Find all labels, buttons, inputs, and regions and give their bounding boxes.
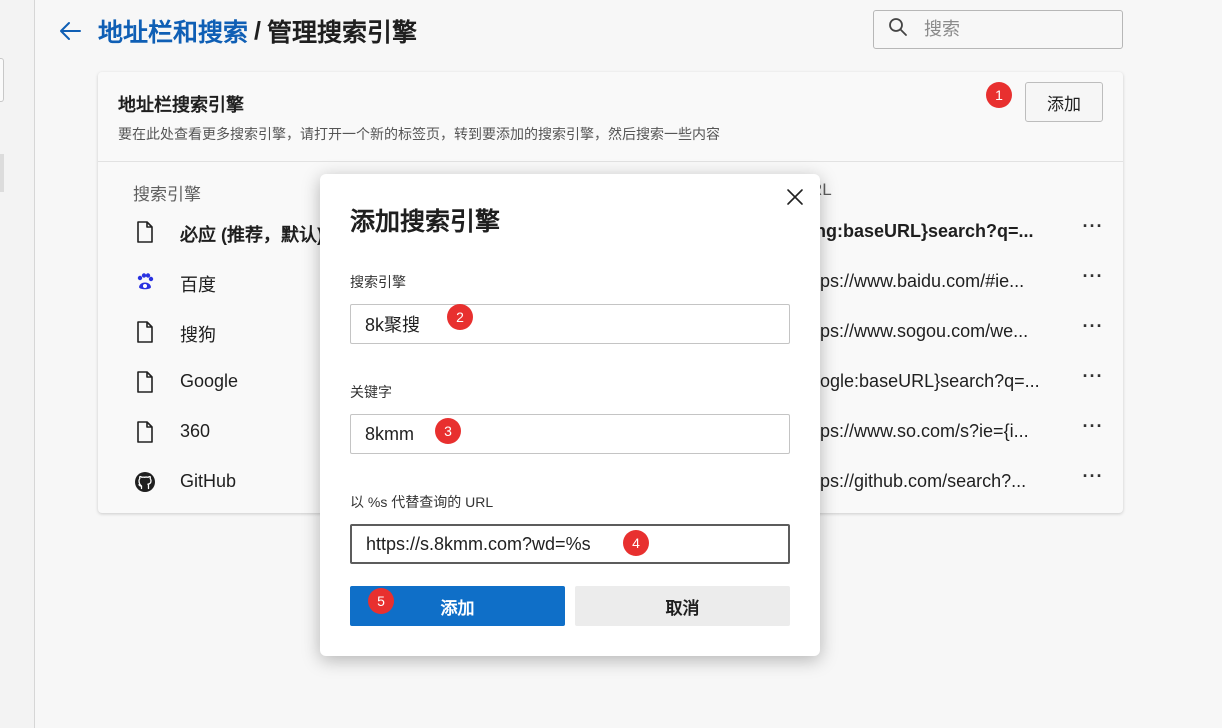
add-engine-dialog: 添加搜索引擎 搜索引擎 关键字 以 %s 代替查询的 URL 添加 取消 — [320, 174, 820, 656]
add-engine-button[interactable]: 添加 — [1025, 82, 1103, 122]
settings-search[interactable] — [873, 10, 1123, 49]
breadcrumb: 地址栏和搜索 / 管理搜索引擎 — [58, 12, 417, 50]
keyword-label: 关键字 — [350, 384, 392, 400]
step-badge: 5 — [368, 588, 394, 614]
engine-name: GitHub — [180, 471, 237, 491]
rail-handle[interactable] — [0, 58, 4, 102]
column-header-engine: 搜索引擎 — [133, 185, 201, 204]
engine-name-label: 搜索引擎 — [350, 274, 406, 290]
step-badge: 1 — [986, 82, 1012, 108]
engine-name: 360 — [180, 421, 211, 441]
more-options-button[interactable]: ··· — [1080, 366, 1106, 390]
step-badge: 4 — [623, 530, 649, 556]
search-input[interactable] — [924, 19, 1104, 40]
more-options-button[interactable]: ··· — [1080, 216, 1106, 240]
card-title: 地址栏搜索引擎 — [118, 95, 244, 115]
engine-name: 百度 — [180, 275, 216, 295]
page-icon — [134, 321, 156, 343]
engine-url: ttps://github.com/search?... — [810, 471, 1027, 491]
engine-url: oogle:baseURL}search?q=... — [810, 371, 1040, 391]
engine-url: ttps://www.baidu.com/#ie... — [810, 271, 1025, 291]
baidu-paw-icon — [134, 271, 156, 293]
engine-name-field-wrapper — [350, 304, 790, 344]
rail-marker — [0, 154, 4, 192]
more-options-button[interactable]: ··· — [1080, 316, 1106, 340]
page-icon — [134, 371, 156, 393]
card-description: 要在此处查看更多搜索引擎，请打开一个新的标签页，转到要添加的搜索引擎，然后搜索一… — [118, 126, 720, 142]
page-icon — [134, 421, 156, 443]
keyword-field-wrapper — [350, 414, 790, 454]
page-title: 管理搜索引擎 — [266, 19, 417, 47]
engine-name: Google — [180, 371, 239, 391]
step-badge: 2 — [447, 304, 473, 330]
more-options-button[interactable]: ··· — [1080, 466, 1106, 490]
cancel-button[interactable]: 取消 — [575, 586, 790, 626]
more-options-button[interactable]: ··· — [1080, 266, 1106, 290]
url-label: 以 %s 代替查询的 URL — [350, 494, 494, 510]
url-field[interactable] — [352, 526, 788, 562]
left-rail — [0, 0, 35, 728]
page-icon — [134, 221, 156, 243]
search-icon — [888, 17, 908, 42]
github-icon — [134, 471, 156, 493]
close-icon[interactable] — [782, 184, 808, 210]
card-header: 地址栏搜索引擎 要在此处查看更多搜索引擎，请打开一个新的标签页，转到要添加的搜索… — [98, 72, 1123, 162]
more-options-button[interactable]: ··· — [1080, 416, 1106, 440]
breadcrumb-link-address-bar[interactable]: 地址栏和搜索 — [98, 13, 248, 49]
url-field-wrapper — [350, 524, 790, 564]
dialog-title: 添加搜索引擎 — [350, 208, 501, 236]
engine-url: ing:baseURL}search?q=... — [810, 221, 1034, 241]
back-arrow-icon[interactable] — [58, 19, 82, 43]
engine-name: 搜狗 — [180, 325, 216, 345]
breadcrumb-separator: / — [254, 16, 261, 45]
keyword-field[interactable] — [351, 415, 789, 453]
engine-name: 必应 (推荐，默认) — [180, 225, 323, 245]
step-badge: 3 — [435, 418, 461, 444]
engine-url: ttps://www.sogou.com/we... — [810, 321, 1029, 341]
engine-url: ttps://www.so.com/s?ie={i... — [810, 421, 1029, 441]
engine-name-field[interactable] — [351, 305, 789, 343]
